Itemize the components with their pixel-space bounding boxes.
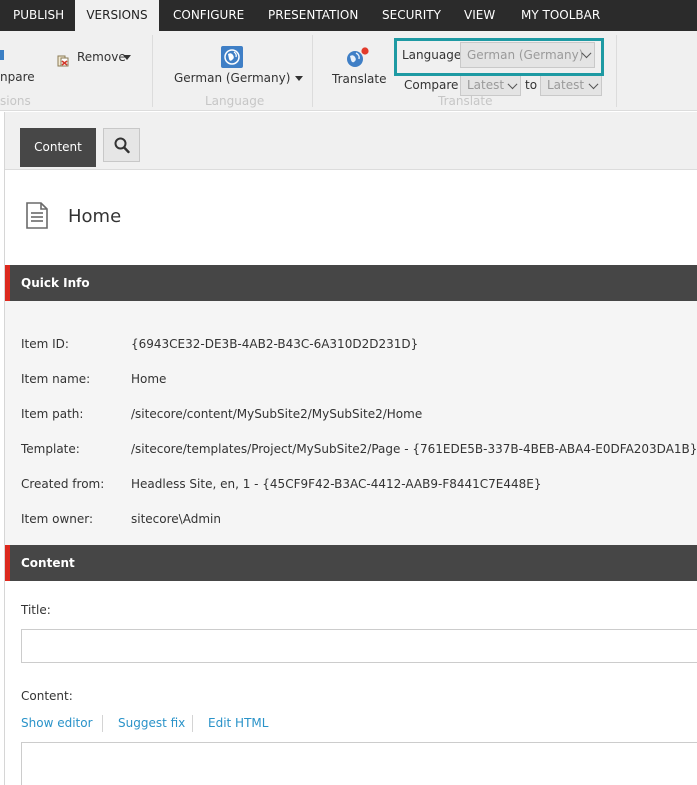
- tab-view[interactable]: VIEW: [464, 0, 495, 31]
- created-from-value: Headless Site, en, 1 - {45CF9F42-B3AC-44…: [131, 477, 542, 491]
- tab-publish[interactable]: PUBLISH: [13, 0, 64, 31]
- translate-button[interactable]: Translate: [330, 44, 387, 88]
- content-editor: Content Home Quick Info Item ID: {6943CE…: [4, 112, 697, 785]
- language-group-label: Language: [205, 94, 265, 108]
- item-owner-label: Item owner:: [21, 512, 94, 526]
- item-name-value: Home: [131, 372, 167, 386]
- item-title: Home: [68, 206, 122, 227]
- template-value: /sitecore/templates/Project/MySubSite2/P…: [131, 442, 697, 456]
- item-id-value: {6943CE32-DE3B-4AB2-B43C-6A310D2D231D}: [131, 337, 419, 351]
- content-field-label: Content:: [21, 689, 73, 703]
- compare-to-select[interactable]: Latest: [540, 75, 602, 96]
- editor-tab-strip: Content: [5, 112, 697, 170]
- compare-icon: [0, 50, 4, 60]
- tab-content[interactable]: Content: [20, 128, 96, 167]
- chevron-down-icon: [588, 78, 599, 89]
- tab-versions[interactable]: VERSIONS: [75, 0, 159, 31]
- search-tab[interactable]: [103, 128, 140, 162]
- versions-group-label: sions: [0, 94, 31, 108]
- ribbon-tab-bar: PUBLISH VERSIONS CONFIGURE PRESENTATION …: [0, 0, 697, 31]
- title-input[interactable]: [21, 629, 697, 663]
- tab-presentation[interactable]: PRESENTATION: [268, 0, 358, 31]
- link-separator: [192, 715, 193, 732]
- globe-icon: [221, 46, 243, 68]
- item-path-value: /sitecore/content/MySubSite2/MySubSite2/…: [131, 407, 423, 421]
- edit-html-link[interactable]: Edit HTML: [208, 716, 268, 730]
- tab-configure[interactable]: CONFIGURE: [173, 0, 244, 31]
- compare-from-select[interactable]: Latest: [460, 75, 521, 96]
- tab-security[interactable]: SECURITY: [382, 0, 441, 31]
- link-separator: [102, 715, 103, 732]
- compare-to-label: to: [525, 78, 538, 92]
- chevron-down-icon: [295, 76, 304, 81]
- compare-label: Compare: [404, 78, 459, 92]
- compare-to-value: Latest: [547, 78, 585, 92]
- remove-label: Remove: [77, 50, 126, 64]
- page-icon: [25, 202, 49, 229]
- content-rich-text-field[interactable]: [21, 742, 697, 785]
- compare-button[interactable]: npare: [0, 70, 35, 84]
- item-owner-value: sitecore\Admin: [131, 512, 221, 526]
- language-dropdown-button[interactable]: German (Germany): [174, 71, 304, 85]
- created-from-label: Created from:: [21, 477, 105, 491]
- chevron-down-icon: [507, 78, 518, 89]
- search-icon: [114, 137, 130, 154]
- template-label: Template:: [21, 442, 80, 456]
- tab-my-toolbar[interactable]: MY TOOLBAR: [521, 0, 600, 31]
- remove-dropdown-caret: [123, 55, 131, 60]
- title-field-label: Title:: [21, 603, 51, 617]
- language-highlight-box: [394, 38, 604, 76]
- translate-label: Translate: [332, 72, 387, 86]
- language-button-label: German (Germany): [174, 71, 291, 85]
- item-id-label: Item ID:: [21, 337, 69, 351]
- item-path-label: Item path:: [21, 407, 84, 421]
- quick-info-body: Item ID: {6943CE32-DE3B-4AB2-B43C-6A310D…: [5, 301, 697, 545]
- quick-info-header[interactable]: Quick Info: [5, 265, 697, 301]
- compare-from-value: Latest: [467, 78, 505, 92]
- item-name-label: Item name:: [21, 372, 91, 386]
- show-editor-link[interactable]: Show editor: [21, 716, 93, 730]
- translate-globe-icon: [344, 46, 370, 70]
- ribbon-separator: [616, 35, 617, 107]
- suggest-fix-link[interactable]: Suggest fix: [118, 716, 185, 730]
- content-section-header[interactable]: Content: [5, 545, 697, 581]
- remove-version-icon: [57, 52, 69, 67]
- ribbon-separator: [312, 35, 313, 107]
- ribbon-separator: [152, 35, 153, 107]
- translate-group-label: Translate: [438, 94, 493, 108]
